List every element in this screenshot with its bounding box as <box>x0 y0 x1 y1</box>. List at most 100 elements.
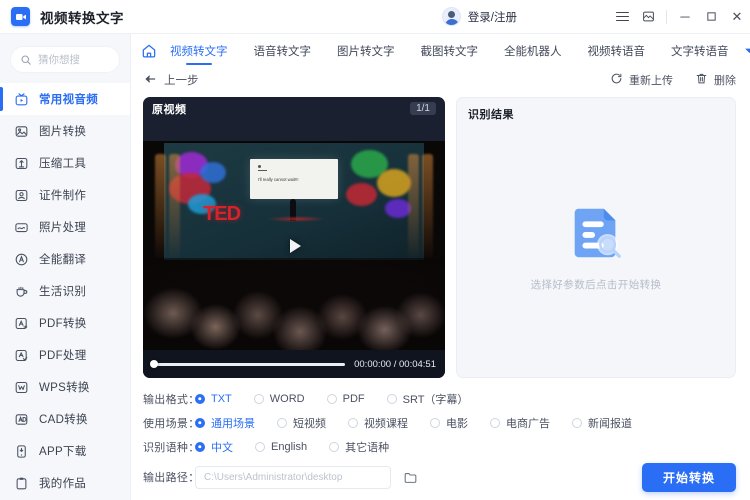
video-progress-slider[interactable] <box>150 360 346 368</box>
preview-panels: 原视频 1/1 I'll really cannot wait!!! TED 0… <box>131 93 750 378</box>
radio-label: 中文 <box>211 442 233 454</box>
folder-icon[interactable] <box>403 470 418 485</box>
app-brand: 视频转换文字 <box>0 7 131 27</box>
reupload-button[interactable]: 重新上传 <box>610 72 673 88</box>
output-format-option-txt[interactable]: TXT <box>195 393 232 405</box>
tab-label: 截图转文字 <box>420 45 479 58</box>
output-format-row: 输出格式： TXT WORD PDF SRT（字幕） <box>143 387 736 411</box>
sidebar-item-cad-convert[interactable]: CAD转换 <box>0 403 130 435</box>
slide-text: I'll really cannot wait!!! <box>257 176 299 182</box>
use-scene-option-movie[interactable]: 电影 <box>430 415 468 431</box>
wps-icon <box>13 379 30 396</box>
close-icon[interactable]: ✕ <box>724 0 750 34</box>
sidebar-item-pdf-convert[interactable]: PDF转换 <box>0 307 130 339</box>
video-stage[interactable]: I'll really cannot wait!!! TED <box>143 120 445 350</box>
sidebar-item-life-recognition[interactable]: 生活识别 <box>0 275 130 307</box>
minimize-icon[interactable]: ─ <box>672 0 698 34</box>
login-register-button[interactable]: 登录/注册 <box>441 7 517 26</box>
app-download-icon <box>13 443 30 460</box>
radio-label: WORD <box>269 393 305 405</box>
radio-dot-icon <box>348 418 358 428</box>
video-page-counter: 1/1 <box>410 102 436 115</box>
sidebar-item-image-convert[interactable]: 图片转换 <box>0 115 130 147</box>
cup-icon <box>13 283 30 300</box>
compress-icon <box>13 155 30 172</box>
sidebar-item-app-download[interactable]: APP下载 <box>0 435 130 467</box>
app-window: 视频转换文字 登录/注册 ─ ✕ 猜你想搜 常用视音频 图片转换 压缩工具 证件… <box>0 0 750 500</box>
use-scene-option-video-course[interactable]: 视频课程 <box>348 415 408 431</box>
title-bar: 视频转换文字 登录/注册 ─ ✕ <box>0 0 750 34</box>
sidebar-item-id-photo[interactable]: 证件制作 <box>0 179 130 211</box>
sidebar-item-label: WPS转换 <box>39 382 90 394</box>
radio-label: 通用场景 <box>211 418 255 430</box>
radio-label: 其它语种 <box>345 442 390 454</box>
sidebar-item-label: 压缩工具 <box>39 158 87 170</box>
radio-label: TXT <box>211 393 232 405</box>
sidebar: 常用视音频 图片转换 <box>0 34 131 500</box>
radio-dot-icon <box>329 442 340 452</box>
screenshot-icon[interactable] <box>635 0 661 34</box>
radio-dot-icon <box>195 418 205 428</box>
tab-image-to-text[interactable]: 图片转文字 <box>324 34 408 67</box>
feature-tabs: 视频转文字 语音转文字 图片转文字 截图转文字 全能机器人 视频转语音 文字转语… <box>131 34 750 67</box>
use-scene-option-general[interactable]: 通用场景 <box>195 415 255 431</box>
sidebar-item-compress-tools[interactable]: 压缩工具 <box>0 147 130 179</box>
back-button[interactable]: 上一步 <box>143 72 199 89</box>
hamburger-menu-icon[interactable] <box>609 0 635 34</box>
output-format-option-pdf[interactable]: PDF <box>326 393 365 405</box>
tab-ai-robot[interactable]: 全能机器人 <box>491 34 575 67</box>
output-path-input[interactable] <box>195 465 391 489</box>
sidebar-item-photo-edit[interactable]: 照片处理 <box>0 211 130 243</box>
sidebar-item-label: 生活识别 <box>39 286 87 298</box>
language-row: 识别语种： 中文 English 其它语种 <box>143 435 736 459</box>
search-icon <box>20 54 32 66</box>
result-empty-state: 选择好参数后点击开始转换 <box>457 116 735 377</box>
id-card-icon <box>13 187 30 204</box>
radio-label: 新闻报道 <box>588 418 632 430</box>
delete-button[interactable]: 删除 <box>695 72 736 88</box>
video-camera-icon <box>11 7 30 26</box>
sidebar-item-label: 全能翻译 <box>39 254 87 266</box>
radio-label: SRT（字幕） <box>402 394 469 406</box>
tab-video-to-speech[interactable]: 视频转语音 <box>575 34 659 67</box>
radio-dot-icon <box>430 418 440 428</box>
back-button-label: 上一步 <box>164 75 199 87</box>
radio-dot-icon <box>572 418 582 428</box>
home-icon[interactable] <box>141 43 157 59</box>
use-scene-option-short-video[interactable]: 短视频 <box>277 415 326 431</box>
start-conversion-button[interactable]: 开始转换 <box>642 462 736 492</box>
tab-speech-to-text[interactable]: 语音转文字 <box>241 34 325 67</box>
app-title: 视频转换文字 <box>40 10 124 26</box>
output-format-option-word[interactable]: WORD <box>253 393 305 405</box>
login-register-label: 登录/注册 <box>467 11 517 24</box>
sidebar-item-common-av[interactable]: 常用视音频 <box>0 83 130 115</box>
maximize-icon[interactable] <box>698 0 724 34</box>
use-scene-option-ecommerce-ad[interactable]: 电商广告 <box>490 415 550 431</box>
play-icon[interactable] <box>282 234 306 258</box>
sidebar-item-label: 常用视音频 <box>39 94 98 106</box>
search-box[interactable] <box>10 46 120 73</box>
output-format-option-srt[interactable]: SRT（字幕） <box>386 391 469 407</box>
language-option-chinese[interactable]: 中文 <box>195 439 233 455</box>
use-scene-option-news-report[interactable]: 新闻报道 <box>572 415 632 431</box>
tab-video-to-text[interactable]: 视频转文字 <box>157 34 241 67</box>
pdf-check-icon <box>13 347 30 364</box>
refresh-icon <box>610 72 623 88</box>
radio-label: 视频课程 <box>364 418 408 430</box>
sidebar-item-translate[interactable]: 全能翻译 <box>0 243 130 275</box>
search-input[interactable] <box>38 53 110 66</box>
language-option-other[interactable]: 其它语种 <box>329 439 389 455</box>
tab-screenshot-to-text[interactable]: 截图转文字 <box>408 34 492 67</box>
language-option-english[interactable]: English <box>255 441 307 453</box>
sidebar-item-pdf-process[interactable]: PDF处理 <box>0 339 130 371</box>
progress-knob[interactable] <box>150 360 158 368</box>
video-frame: I'll really cannot wait!!! TED <box>143 141 445 350</box>
radio-dot-icon <box>253 394 264 404</box>
tab-text-to-speech[interactable]: 文字转语音 <box>658 34 742 67</box>
trash-icon <box>695 72 708 88</box>
sidebar-item-my-works[interactable]: 我的作品 <box>0 467 130 499</box>
chevron-down-icon[interactable] <box>742 43 750 58</box>
output-format-label: 输出格式： <box>143 394 200 406</box>
sidebar-item-wps-convert[interactable]: WPS转换 <box>0 371 130 403</box>
sidebar-item-label: 图片转换 <box>39 126 87 138</box>
